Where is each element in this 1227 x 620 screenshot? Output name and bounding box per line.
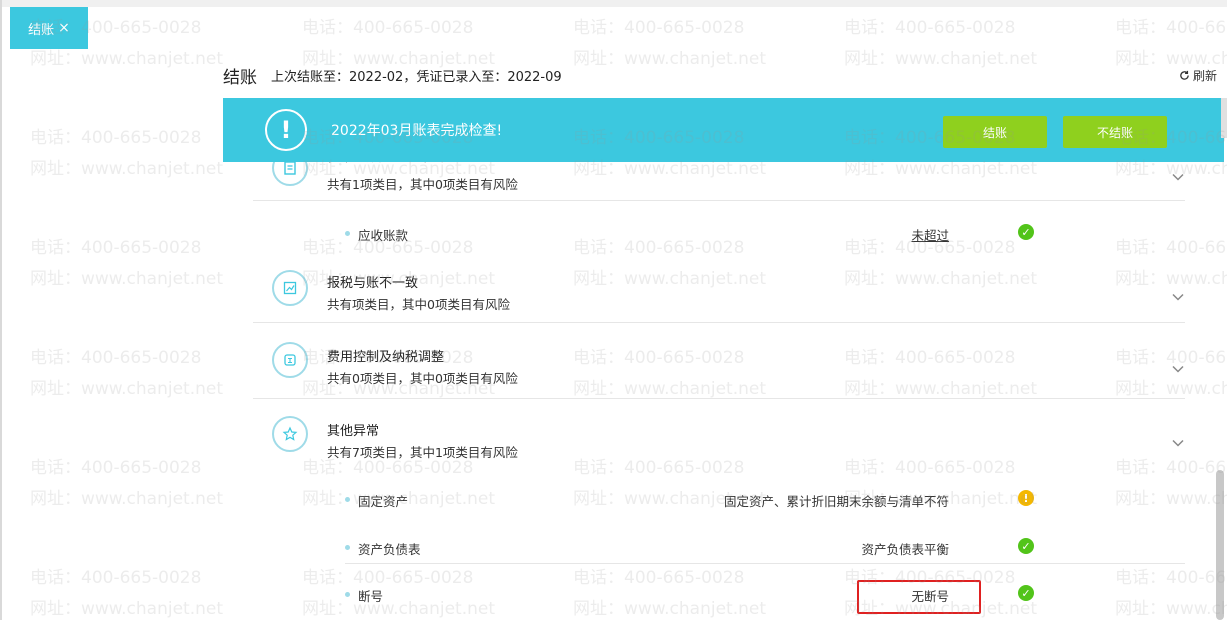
item-result: 资产负债表平衡 (861, 542, 949, 557)
exclamation-icon: ! (265, 109, 307, 151)
watermark-site: 网址：www.chanjet.net (30, 599, 224, 619)
tab-close-icon[interactable]: × (58, 20, 70, 36)
scroll-track (1221, 98, 1227, 138)
tax-icon (272, 342, 308, 378)
chart-icon (272, 270, 308, 306)
divider (253, 322, 1185, 323)
divider (253, 200, 1185, 201)
watermark-phone: 电话：400-665-0028 (844, 18, 1016, 38)
watermark-phone: 电话：400-665-0028 (30, 348, 202, 368)
tab-checkout[interactable]: 结账 × (10, 7, 88, 49)
star-icon (272, 416, 308, 452)
bullet (345, 545, 350, 550)
watermark-phone: 电话：400-665-0028 (30, 568, 202, 588)
section-title: 其他异常 (327, 424, 380, 439)
no-close-account-button[interactable]: 不结账 (1063, 116, 1167, 148)
watermark-phone: 电话：400-665-0028 (30, 458, 202, 478)
item-result-link[interactable]: 未超过 (911, 225, 949, 244)
refresh-button[interactable]: 刷新 (1179, 67, 1217, 84)
left-edge (0, 0, 2, 620)
page-subtitle: 上次结账至：2022-02，凭证已录入至：2022-09 (271, 69, 562, 85)
watermark-phone: 电话：400-665-0028 (1115, 18, 1227, 38)
list-item: 资产负债表 资产负债表平衡 ✓ (253, 536, 1185, 560)
watermark-phone: 电话：400-665-0028 (302, 18, 474, 38)
watermark-phone: 电话：400-665-0028 (30, 128, 202, 148)
page-header: 结账 上次结账至：2022-02，凭证已录入至：2022-09 刷新 (223, 60, 1223, 90)
item-name: 断号 (358, 589, 384, 604)
watermark-site: 网址：www.chanjet.net (30, 379, 224, 399)
item-name: 固定资产 (358, 494, 409, 509)
check-icon: ✓ (1018, 224, 1034, 240)
section-title: 费用控制及纳税调整 (327, 350, 445, 365)
section-desc: 共有0项类目，其中0项类目有风险 (327, 371, 518, 386)
item-result: 固定资产、累计折旧期末余额与清单不符 (723, 494, 949, 509)
top-strip (0, 0, 1227, 7)
section-desc: 共有项类目，其中0项类目有风险 (327, 297, 510, 312)
refresh-label: 刷新 (1192, 69, 1217, 83)
watermark-phone: 电话：400-665-0028 (30, 238, 202, 258)
page-title: 结账 (223, 67, 257, 88)
section-title: 报税与账不一致 (327, 276, 419, 291)
scrollbar-thumb[interactable] (1216, 470, 1224, 620)
bullet (345, 592, 350, 597)
refresh-icon (1180, 70, 1189, 80)
chevron-down-icon[interactable] (1171, 362, 1185, 376)
tab-label: 结账 (28, 22, 55, 38)
highlight-box (857, 580, 981, 614)
section-tax-mismatch[interactable]: 报税与账不一致 共有项类目，其中0项类目有风险 (253, 264, 1185, 324)
section-desc: 共有7项类目，其中1项类目有风险 (327, 445, 518, 460)
watermark-phone: 电话：400-665-0028 (573, 18, 745, 38)
section-expense-control[interactable]: 费用控制及纳税调整 共有0项类目，其中0项类目有风险 (253, 338, 1185, 399)
watermark-site: 网址：www.chanjet.net (30, 489, 224, 509)
bullet (345, 231, 350, 236)
list-item: 断号 无断号 ✓ (253, 583, 1185, 607)
close-account-button[interactable]: 结账 (943, 116, 1047, 148)
divider (253, 398, 1185, 399)
list-item: 固定资产 固定资产、累计折旧期末余额与清单不符 ! (253, 488, 1185, 512)
item-name: 资产负债表 (358, 542, 421, 557)
section-desc: 共有1项类目，其中0项类目有风险 (327, 177, 518, 192)
divider (345, 563, 1185, 564)
watermark-site: 网址：www.chanjet.net (30, 49, 224, 69)
item-name: 应收账款 (358, 228, 409, 243)
warning-icon: ! (1018, 490, 1034, 506)
check-icon: ✓ (1018, 585, 1034, 601)
watermark-site: 网址：www.chanjet.net (30, 159, 224, 179)
check-icon: ✓ (1018, 538, 1034, 554)
watermark-site: 网址：www.chanjet.net (30, 269, 224, 289)
section-other-anomaly[interactable]: 其他异常 共有7项类目，其中1项类目有风险 (253, 412, 1185, 472)
bullet (345, 497, 350, 502)
chevron-down-icon[interactable] (1171, 290, 1185, 304)
banner-message: 2022年03月账表完成检查! (331, 123, 503, 139)
chevron-down-icon[interactable] (1171, 436, 1185, 450)
check-complete-banner: ! 2022年03月账表完成检查! 结账 不结账 (223, 98, 1224, 162)
chevron-down-icon[interactable] (1171, 170, 1185, 184)
list-item: 应收账款 未超过 ✓ (253, 222, 1185, 246)
